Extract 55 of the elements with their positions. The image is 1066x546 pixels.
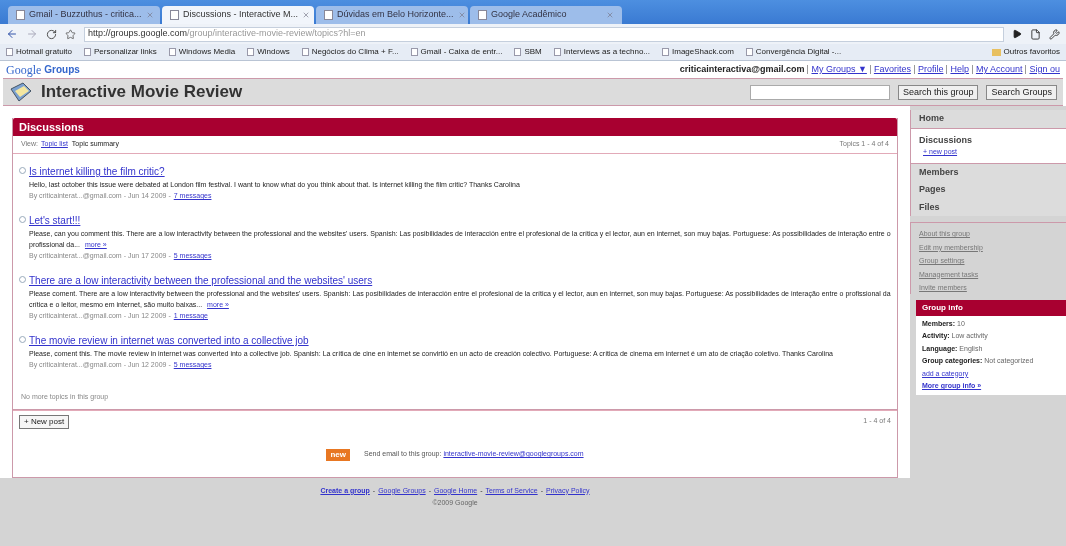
search-field[interactable] bbox=[749, 84, 890, 100]
google-logo[interactable]: Google bbox=[6, 60, 42, 79]
bookmark-link[interactable]: ImageShack.com bbox=[662, 46, 734, 58]
browser-tab[interactable]: Discussions - Interactive M... bbox=[162, 6, 314, 24]
account-link[interactable]: My Groups ▼ bbox=[811, 62, 867, 77]
page-icon bbox=[16, 10, 25, 20]
wrench-icon[interactable] bbox=[1049, 28, 1060, 40]
topic-link[interactable]: There are a low interactivity between the professional and the websites' users bbox=[29, 273, 373, 288]
new-badge: new bbox=[326, 448, 350, 461]
info-header: Group info bbox=[916, 299, 1066, 316]
close-icon[interactable] bbox=[145, 11, 154, 19]
close-icon[interactable] bbox=[457, 11, 466, 19]
page-icon bbox=[324, 10, 333, 20]
sidebar-nav-item[interactable]: Members bbox=[911, 163, 1066, 181]
account-link[interactable]: Help bbox=[950, 62, 969, 77]
back-icon[interactable] bbox=[6, 28, 18, 40]
bookmark-link[interactable]: Gmail - Caixa de entr... bbox=[410, 46, 503, 58]
bookmark-link[interactable]: Windows Media bbox=[168, 46, 236, 58]
bookmark-link[interactable]: SBM bbox=[514, 46, 542, 58]
bookmark-link[interactable]: Convergência Digital -... bbox=[745, 46, 842, 58]
section-header: Discussions bbox=[13, 118, 897, 136]
reload-icon[interactable] bbox=[46, 28, 57, 40]
page-icon bbox=[170, 10, 179, 20]
page-menu-icon[interactable] bbox=[1030, 28, 1041, 40]
close-icon[interactable] bbox=[606, 11, 614, 19]
product-name: Groups bbox=[44, 63, 80, 77]
account-link[interactable]: Sign ou bbox=[1029, 62, 1060, 77]
account-email: criticainteractiva@gmail.com bbox=[679, 62, 805, 76]
bookmark-link[interactable]: Interviews as a techno... bbox=[553, 46, 650, 58]
bookmark-folder[interactable]: Outros favoritos bbox=[991, 46, 1060, 58]
topic-link[interactable]: Is internet killing the film critic? bbox=[29, 164, 165, 179]
account-link[interactable]: My Account bbox=[975, 62, 1023, 77]
sidebar-nav-item[interactable]: Files bbox=[911, 198, 1066, 216]
search-button[interactable]: Search Groups bbox=[986, 84, 1057, 100]
bookmark-link[interactable]: Personalizar links bbox=[84, 46, 157, 58]
bookmark-link[interactable]: Hotmail gratuito bbox=[6, 46, 73, 58]
account-link[interactable]: Favorites bbox=[873, 62, 911, 77]
topic-link[interactable]: The movie review in internet was converted into a collective job bbox=[29, 333, 309, 348]
sidebar-nav-item[interactable]: Home bbox=[911, 110, 1066, 128]
sidebar-nav-item[interactable]: Pages bbox=[911, 181, 1066, 199]
address-field[interactable]: http://groups.google.com/group/interactive-movie-review/topics?hl=en bbox=[84, 26, 1004, 42]
search-button[interactable]: Search this group bbox=[897, 84, 979, 100]
new-post-button[interactable]: + New post bbox=[19, 414, 70, 429]
group-title: Interactive Movie Review bbox=[41, 81, 243, 104]
play-icon[interactable] bbox=[1012, 29, 1022, 39]
bookmark-link[interactable]: Negócios do Clima + F... bbox=[301, 46, 399, 58]
page-icon bbox=[478, 10, 487, 20]
account-link[interactable]: Profile bbox=[917, 62, 944, 77]
star-icon[interactable] bbox=[65, 28, 76, 40]
browser-tab[interactable]: Dúvidas em Belo Horizonte... bbox=[316, 6, 468, 24]
browser-tab[interactable]: Google Acadêmico bbox=[470, 6, 622, 24]
topic-link[interactable]: Let's start!!! bbox=[29, 213, 81, 228]
close-icon[interactable] bbox=[302, 11, 311, 19]
bookmark-link[interactable]: Windows bbox=[247, 46, 290, 58]
browser-tab[interactable]: Gmail - Buzzuthus - critica... bbox=[8, 6, 160, 24]
